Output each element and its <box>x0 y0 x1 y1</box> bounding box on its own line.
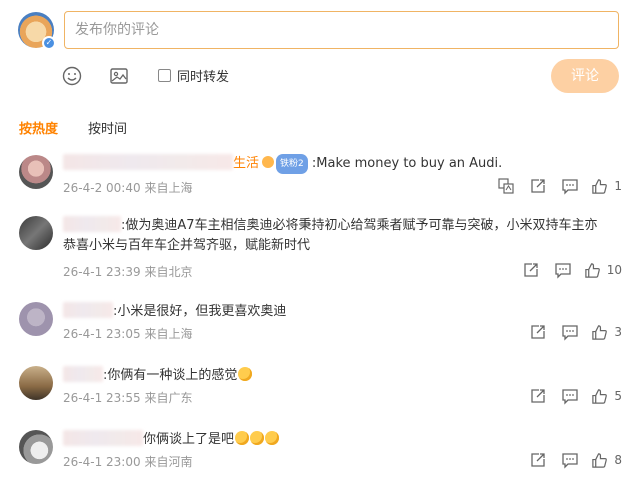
repost-checkbox[interactable]: 同时转发 <box>158 66 229 85</box>
thumbs-up-icon <box>592 452 608 468</box>
comment-text: :小米是很好，但我更喜欢奥迪 <box>63 302 623 322</box>
commenter-name-blurred[interactable] <box>63 154 233 170</box>
repost-icon[interactable] <box>529 451 547 469</box>
comment-composer: ✓ 同时转发 评论 <box>0 0 638 110</box>
comment-actions: 8 <box>515 451 622 469</box>
comment-text: 你俩谈上了是吧 <box>63 430 623 450</box>
commenter-avatar[interactable] <box>19 430 53 464</box>
comment-icon[interactable] <box>554 261 572 279</box>
comment-meta: 26-4-1 23:39 来自北京 <box>63 263 192 280</box>
comment-content: :小米是很好，但我更喜欢奥迪 <box>113 304 287 319</box>
comment-text: :做为奥迪A7车主相信奥迪必将秉持初心给驾乘者赋予可靠与突破，小米双持车主亦 恭… <box>63 216 623 256</box>
comment-actions: 5 <box>515 387 622 405</box>
tab-sort-by-time[interactable]: 按时间 <box>88 118 127 137</box>
like-count: 5 <box>614 389 622 403</box>
comment-icon[interactable] <box>561 451 579 469</box>
comment-location: 来自河南 <box>144 455 193 469</box>
comment-time: 26-4-1 23:00 <box>63 455 141 469</box>
comment-time: 26-4-1 23:55 <box>63 391 141 405</box>
like-button[interactable]: 10 <box>584 262 622 279</box>
commenter-avatar[interactable] <box>19 366 53 400</box>
comment-item: 生活 铁粉2 :Make money to buy an Audi. 26-4-2… <box>0 150 638 205</box>
repost-icon[interactable] <box>522 261 540 279</box>
comment-icon[interactable] <box>561 177 579 195</box>
comment-actions: 10 <box>508 261 622 279</box>
like-button[interactable]: 3 <box>591 324 622 341</box>
comment-item: :小米是很好，但我更喜欢奥迪 26-4-1 23:05 来自上海 3 <box>0 298 638 348</box>
comment-content: :Make money to buy an Audi. <box>311 156 503 171</box>
checkbox-box[interactable] <box>158 69 171 82</box>
comment-meta: 26-4-1 23:55 来自广东 <box>63 389 192 406</box>
comment-text: :你俩有一种谈上的感觉 <box>63 366 623 386</box>
emoji-icon[interactable] <box>61 65 83 87</box>
comment-time: 26-4-1 23:05 <box>63 327 141 341</box>
translate-icon[interactable] <box>497 177 515 195</box>
comment-item: 你俩谈上了是吧 26-4-1 23:00 来自河南 8 <box>0 426 638 482</box>
like-count: 3 <box>614 325 622 339</box>
commenter-name-blurred[interactable] <box>63 216 121 232</box>
like-button[interactable]: 5 <box>591 388 622 405</box>
comment-content: :你俩有一种谈上的感觉 <box>103 368 238 383</box>
comment-location: 来自北京 <box>144 265 193 279</box>
tab-sort-by-heat[interactable]: 按热度 <box>19 118 58 137</box>
emoji-icon <box>250 431 265 445</box>
thumbs-up-icon <box>592 388 608 404</box>
thumbs-up-icon <box>584 262 600 278</box>
image-icon[interactable] <box>108 65 130 87</box>
comment-actions: 3 <box>515 323 622 341</box>
comment-meta: 26-4-1 23:00 来自河南 <box>63 453 192 470</box>
medal-icon <box>262 156 275 168</box>
comment-input[interactable] <box>64 11 619 49</box>
commenter-name-blurred[interactable] <box>63 366 103 382</box>
emoji-icon <box>235 431 250 445</box>
like-count: 8 <box>614 453 622 467</box>
comment-location: 来自上海 <box>144 181 193 195</box>
fan-level-badge: 铁粉2 <box>276 154 308 174</box>
commenter-name-suffix[interactable]: 生活 <box>233 156 259 171</box>
repost-icon[interactable] <box>529 387 547 405</box>
comment-content-line1: :做为奥迪A7车主相信奥迪必将秉持初心给驾乘者赋予可靠与突破，小米双持车主亦 <box>121 218 598 233</box>
comment-location: 来自上海 <box>144 327 193 341</box>
comment-text: 生活 铁粉2 :Make money to buy an Audi. <box>63 154 623 174</box>
commenter-name-blurred[interactable] <box>63 430 143 446</box>
comment-icon[interactable] <box>561 323 579 341</box>
comment-actions: 1 <box>483 177 622 195</box>
sort-tabs: 按热度 按时间 <box>19 118 127 137</box>
like-button[interactable]: 1 <box>591 178 622 195</box>
commenter-avatar[interactable] <box>19 302 53 336</box>
like-button[interactable]: 8 <box>591 452 622 469</box>
commenter-avatar[interactable] <box>19 216 53 250</box>
comment-meta: 26-4-2 00:40 来自上海 <box>63 179 192 196</box>
comment-content: 你俩谈上了是吧 <box>143 432 235 447</box>
emoji-icon <box>265 431 280 445</box>
repost-label: 同时转发 <box>177 70 230 85</box>
comment-time: 26-4-1 23:39 <box>63 265 141 279</box>
like-count: 1 <box>614 179 622 193</box>
like-count: 10 <box>606 263 622 277</box>
repost-icon[interactable] <box>529 323 547 341</box>
thumbs-up-icon <box>592 178 608 194</box>
verified-badge-icon: ✓ <box>42 36 56 50</box>
emoji-icon <box>238 367 253 381</box>
submit-comment-button[interactable]: 评论 <box>551 59 619 93</box>
repost-icon[interactable] <box>529 177 547 195</box>
comment-item: :做为奥迪A7车主相信奥迪必将秉持初心给驾乘者赋予可靠与突破，小米双持车主亦 恭… <box>0 212 638 282</box>
comment-icon[interactable] <box>561 387 579 405</box>
comment-meta: 26-4-1 23:05 来自上海 <box>63 325 192 342</box>
thumbs-up-icon <box>592 324 608 340</box>
commenter-name-blurred[interactable] <box>63 302 113 318</box>
comment-item: :你俩有一种谈上的感觉 26-4-1 23:55 来自广东 5 <box>0 362 638 412</box>
comment-time: 26-4-2 00:40 <box>63 181 141 195</box>
current-user-avatar[interactable]: ✓ <box>18 12 56 50</box>
comment-location: 来自广东 <box>144 391 193 405</box>
commenter-avatar[interactable] <box>19 155 53 189</box>
comment-content-line2: 恭喜小米与百年车企并驾齐驱，赋能新时代 <box>63 238 311 253</box>
